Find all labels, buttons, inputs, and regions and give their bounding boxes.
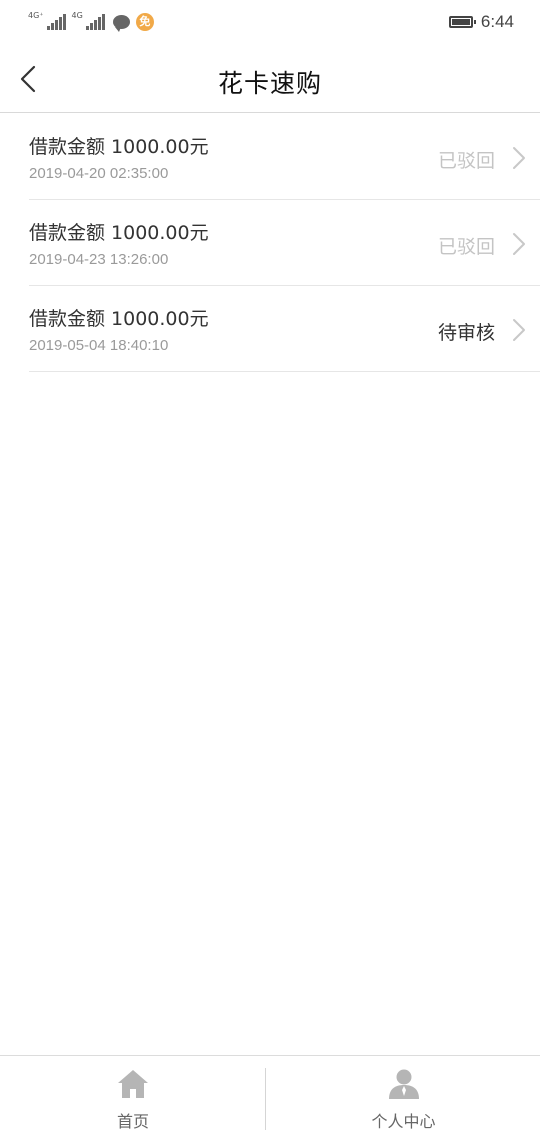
loan-status: 待审核	[437, 322, 495, 344]
status-bar-right: 6:44	[448, 12, 514, 32]
signal-icon-2	[85, 14, 105, 30]
status-bar: 4G⁺ 4G 免 6:44	[0, 0, 540, 46]
loan-amount: 借款金额 1000.00元	[29, 308, 209, 330]
clock: 6:44	[480, 12, 514, 31]
loan-amount: 借款金额 1000.00元	[29, 222, 209, 244]
tab-divider	[265, 1068, 266, 1130]
loan-list-item[interactable]: 借款金额 1000.00元 2019-04-20 02:35:00 已驳回	[29, 114, 540, 200]
loan-list: 借款金额 1000.00元 2019-04-20 02:35:00 已驳回 借款…	[0, 114, 540, 372]
tab-home[interactable]: 首页	[0, 1056, 266, 1141]
loan-date: 2019-04-20 02:35:00	[29, 165, 169, 182]
tab-home-label: 首页	[116, 1112, 149, 1131]
user-icon	[388, 1069, 419, 1099]
loan-list-item[interactable]: 借款金额 1000.00元 2019-05-04 18:40:10 待审核	[29, 286, 540, 372]
battery-icon	[448, 16, 476, 28]
loan-status: 已驳回	[437, 236, 495, 258]
network-type-label-2: 4G	[71, 11, 83, 20]
loan-date: 2019-05-04 18:40:10	[29, 337, 169, 354]
nav-header: 花卡速购	[0, 46, 540, 113]
tab-profile-label: 个人中心	[371, 1112, 436, 1131]
coin-icon: 免	[135, 13, 154, 31]
page-title: 花卡速购	[217, 69, 322, 98]
home-icon	[118, 1070, 148, 1098]
loan-date: 2019-04-23 13:26:00	[29, 251, 169, 268]
bottom-tab-bar: 首页 个人中心	[0, 1055, 540, 1141]
chevron-right-icon	[513, 233, 525, 255]
loan-status: 已驳回	[437, 150, 495, 172]
loan-amount: 借款金额 1000.00元	[29, 136, 209, 158]
network-type-label: 4G⁺	[28, 11, 44, 20]
status-bar-left: 4G⁺ 4G 免	[28, 10, 154, 34]
loan-list-item[interactable]: 借款金额 1000.00元 2019-04-23 13:26:00 已驳回	[29, 200, 540, 286]
chat-bubble-icon	[112, 15, 130, 32]
chevron-right-icon	[513, 319, 525, 341]
tab-profile[interactable]: 个人中心	[267, 1056, 540, 1141]
chevron-right-icon	[513, 147, 525, 169]
signal-icon	[46, 14, 66, 30]
